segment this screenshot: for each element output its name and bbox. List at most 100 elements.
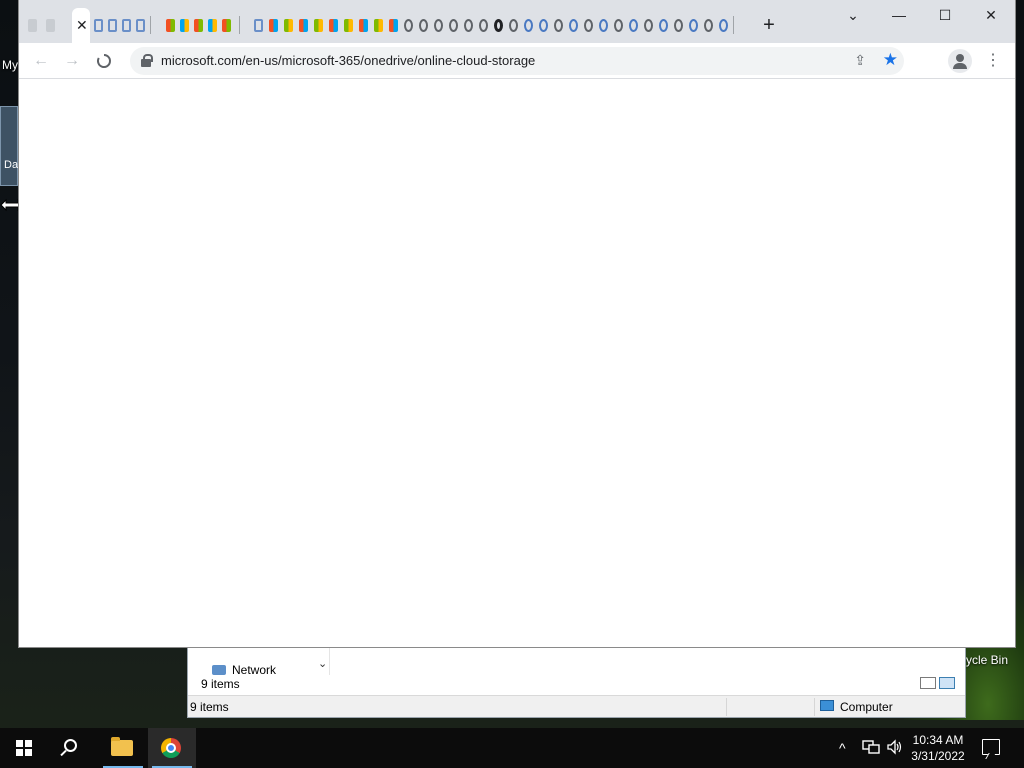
recycle-bin-label[interactable]: ycle Bin xyxy=(966,653,1008,667)
back-button[interactable]: ← xyxy=(29,49,53,73)
action-center-icon[interactable] xyxy=(982,739,1000,755)
tab-favicon-icon[interactable] xyxy=(107,17,118,34)
view-toggle xyxy=(917,677,959,691)
tab-favicon-icon[interactable] xyxy=(313,17,324,34)
tab-favicon-icon[interactable] xyxy=(165,17,176,34)
file-explorer-window: Network ⌄ 9 items 9 items Computer xyxy=(187,646,966,718)
tab-favicon-icon[interactable] xyxy=(121,17,132,34)
chevron-down-icon[interactable]: ⌄ xyxy=(318,657,327,670)
clock-date: 3/31/2022 xyxy=(911,749,965,763)
tab-favicon-icon[interactable] xyxy=(658,17,669,34)
tab-favicon-icon[interactable] xyxy=(613,17,624,34)
forward-button[interactable]: → xyxy=(60,49,84,73)
tab-favicon-icon[interactable] xyxy=(433,17,444,34)
tab-favicon-icon[interactable] xyxy=(493,17,504,34)
tab-favicon-icon[interactable] xyxy=(135,17,146,34)
explorer-navigation-pane: Network ⌄ xyxy=(188,647,330,675)
browser-toolbar: ← → microsoft.com/en-us/microsoft-365/on… xyxy=(19,43,1015,79)
tab-favicon-icon[interactable] xyxy=(388,17,399,34)
tab-favicon-icon[interactable] xyxy=(45,17,56,34)
tab-favicon-icon[interactable] xyxy=(179,17,190,34)
tab-favicon-icon[interactable] xyxy=(463,17,474,34)
profile-avatar-icon[interactable] xyxy=(948,49,972,73)
tray-overflow-chevron-icon[interactable]: ^ xyxy=(839,740,846,756)
chrome-menu-button[interactable]: ⋮ xyxy=(983,49,1003,73)
tab-favicon-icon[interactable] xyxy=(328,17,339,34)
status-divider xyxy=(814,698,815,716)
chrome-icon xyxy=(161,738,181,758)
tab-favicon-icon[interactable] xyxy=(403,17,414,34)
windows-logo-icon xyxy=(16,740,32,756)
close-tab-icon[interactable]: ✕ xyxy=(76,17,88,34)
minimize-button[interactable]: — xyxy=(885,4,913,26)
new-tab-button[interactable]: + xyxy=(758,14,780,36)
tab-favicon-icon[interactable] xyxy=(673,17,684,34)
tab-favicon-icon[interactable] xyxy=(207,17,218,34)
page-content-blank xyxy=(19,80,1015,647)
share-icon[interactable]: ⇪ xyxy=(854,52,866,69)
network-icon xyxy=(212,665,226,675)
start-button[interactable] xyxy=(0,728,48,768)
taskbar: ^ 10:34 AM 3/31/2022 xyxy=(0,728,1024,768)
tab-favicon-icon[interactable] xyxy=(193,17,204,34)
tab-favicon-icon[interactable] xyxy=(448,17,459,34)
desktop-icon-label-my[interactable]: My xyxy=(2,58,18,72)
tab-favicon-icon[interactable] xyxy=(298,17,309,34)
tab-favicon-icon[interactable] xyxy=(688,17,699,34)
tab-favicon-icon[interactable] xyxy=(93,17,104,34)
details-view-icon[interactable] xyxy=(920,677,936,689)
url-text[interactable]: microsoft.com/en-us/microsoft-365/onedri… xyxy=(161,53,535,68)
bookmark-star-icon[interactable]: ★ xyxy=(883,50,898,70)
tab-favicon-icon[interactable] xyxy=(523,17,534,34)
large-icons-view-icon[interactable] xyxy=(939,677,955,689)
desktop-icon-data[interactable]: Da xyxy=(0,106,18,186)
tab-favicon-icon[interactable] xyxy=(253,17,264,34)
tab-favicon-icon[interactable] xyxy=(628,17,639,34)
close-window-button[interactable]: ✕ xyxy=(977,4,1005,26)
tab-favicon-icon[interactable] xyxy=(583,17,594,34)
tab-separator xyxy=(239,16,240,34)
tab-favicon-icon[interactable] xyxy=(598,17,609,34)
stop-loading-button[interactable] xyxy=(92,49,116,73)
tab-separator xyxy=(150,16,151,34)
tab-favicon-icon[interactable] xyxy=(283,17,294,34)
tab-favicon-icon[interactable] xyxy=(703,17,714,34)
tab-favicon-icon[interactable] xyxy=(358,17,369,34)
taskbar-file-explorer[interactable] xyxy=(99,728,147,768)
status-location: Computer xyxy=(840,700,893,714)
tab-favicon-icon[interactable] xyxy=(373,17,384,34)
clock-time: 10:34 AM xyxy=(912,733,964,747)
tab-favicon-icon[interactable] xyxy=(718,17,729,34)
tab-favicon-icon[interactable] xyxy=(643,17,654,34)
tab-separator xyxy=(733,16,734,34)
tab-favicon-icon[interactable] xyxy=(268,17,279,34)
tab-favicon-icon[interactable] xyxy=(553,17,564,34)
tab-favicon-icon[interactable] xyxy=(221,17,232,34)
taskbar-chrome[interactable] xyxy=(148,728,196,768)
browser-window: ✕ + ⌄ — ☐ ✕ ← → microsoft.com/en-us/micr… xyxy=(19,0,1015,647)
tab-search-button[interactable]: ⌄ xyxy=(839,4,867,26)
network-icon[interactable] xyxy=(862,739,880,758)
folder-icon xyxy=(111,737,133,756)
tab-favicon-icon[interactable] xyxy=(343,17,354,34)
system-clock[interactable]: 10:34 AM 3/31/2022 xyxy=(905,732,971,764)
search-button[interactable] xyxy=(48,728,96,768)
volume-icon[interactable] xyxy=(886,739,904,758)
desktop-icon-label: Da xyxy=(4,159,19,171)
status-divider xyxy=(726,698,727,716)
tab-favicon-icon[interactable] xyxy=(538,17,549,34)
tab-active[interactable]: ✕ xyxy=(72,8,90,43)
tab-favicon-icon[interactable] xyxy=(27,17,38,34)
tab-favicon-icon[interactable] xyxy=(508,17,519,34)
loading-spinner-icon xyxy=(97,54,111,68)
tab-favicon-icon[interactable] xyxy=(418,17,429,34)
computer-icon xyxy=(820,700,834,711)
lock-icon[interactable] xyxy=(141,54,153,67)
search-icon xyxy=(64,739,77,752)
nav-item-network[interactable]: Network xyxy=(232,663,276,675)
items-count: 9 items xyxy=(201,677,240,691)
maximize-button[interactable]: ☐ xyxy=(931,4,959,26)
tab-favicon-icon[interactable] xyxy=(478,17,489,34)
address-bar[interactable]: microsoft.com/en-us/microsoft-365/onedri… xyxy=(130,47,904,75)
tab-favicon-icon[interactable] xyxy=(568,17,579,34)
